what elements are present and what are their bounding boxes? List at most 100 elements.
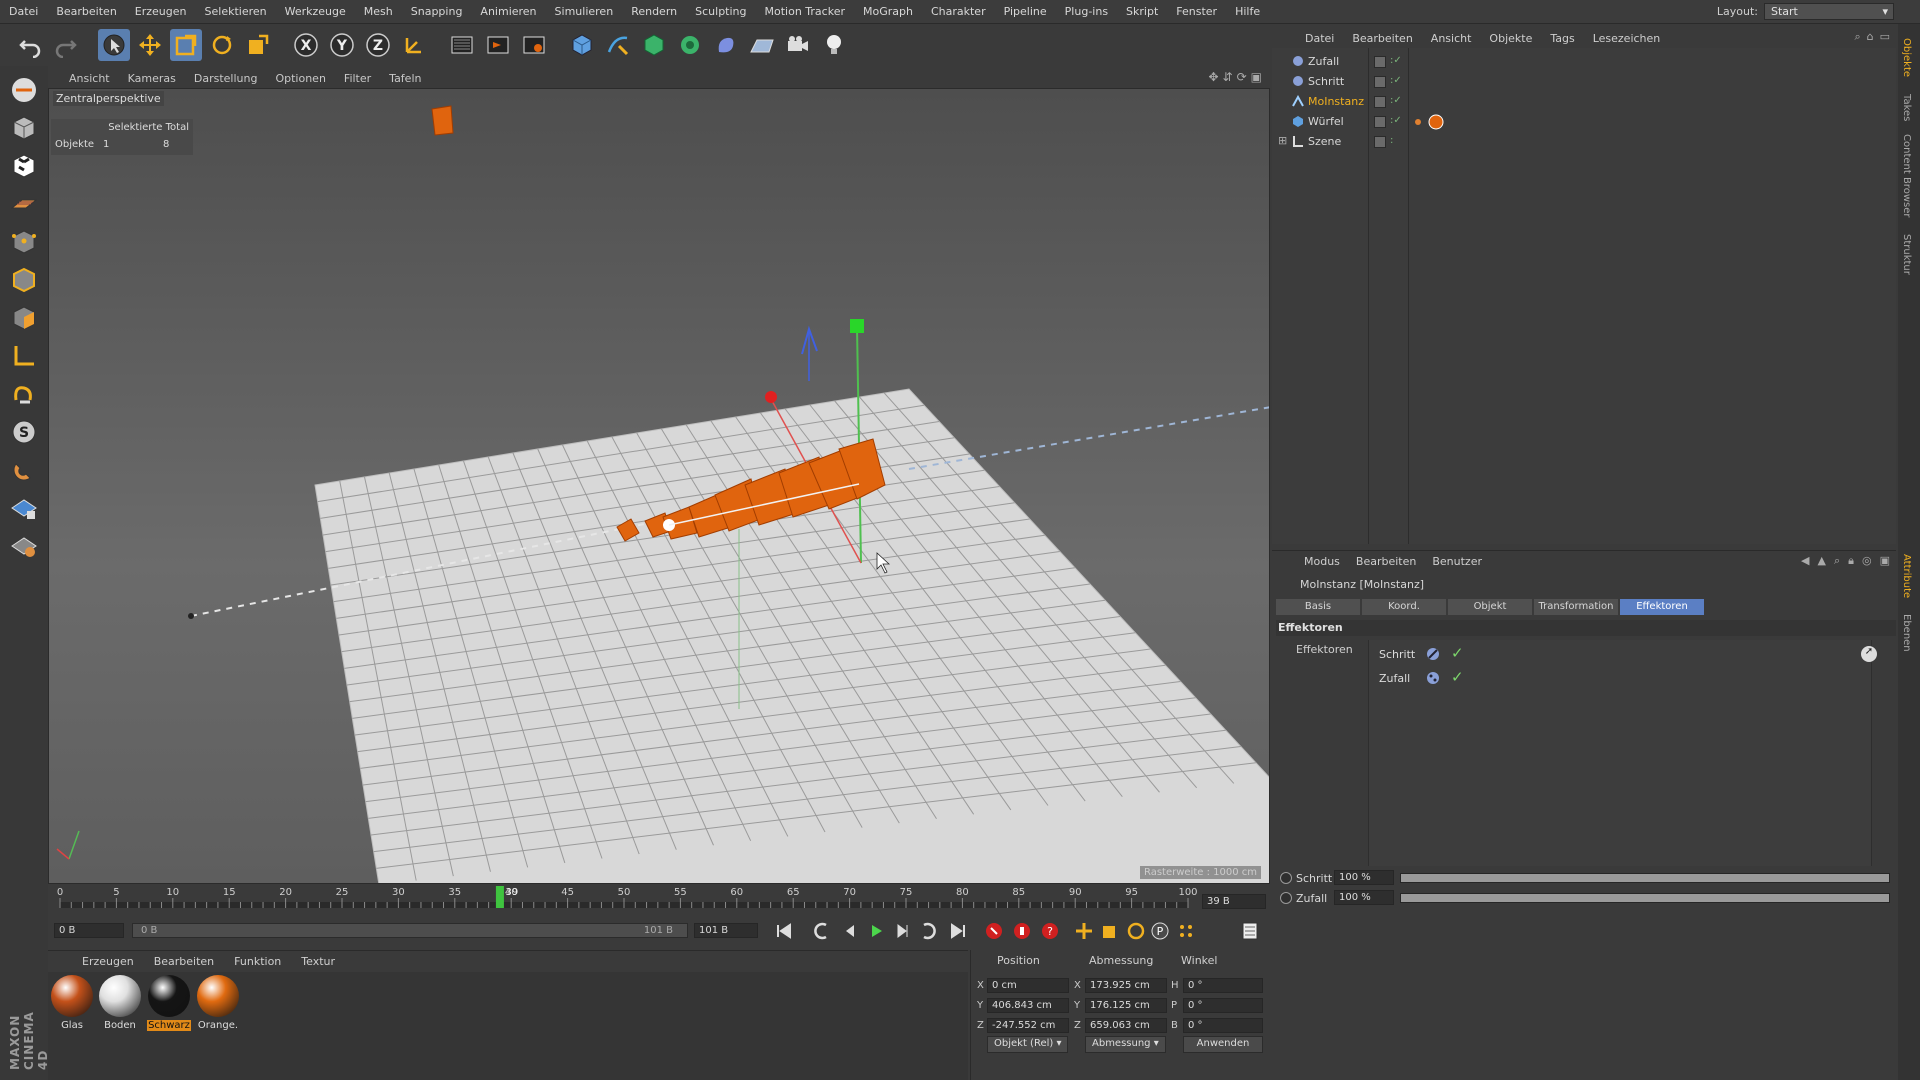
size-z-field[interactable]: 659.063 cm [1085, 1018, 1167, 1033]
x-axis-icon[interactable]: X [290, 29, 322, 61]
material-swatch[interactable]: Glas [50, 975, 94, 1033]
menu-erzeugen[interactable]: Erzeugen [126, 5, 196, 18]
effector-list[interactable]: Schritt ✓ Zufall ✓ ➚ [1368, 640, 1877, 866]
preview-range-slider[interactable]: 0 B 101 B [132, 923, 688, 938]
viewport-menu-tafeln[interactable]: Tafeln [380, 72, 430, 85]
start-frame-field[interactable]: 0 B [54, 923, 124, 938]
visibility-check-icon[interactable]: :✓ [1390, 95, 1402, 106]
last-tool-icon[interactable] [242, 29, 274, 61]
maximize-view-icon[interactable]: ▣ [1251, 70, 1262, 84]
menu-snapping[interactable]: Snapping [402, 5, 472, 18]
workplane-icon[interactable] [6, 188, 42, 220]
select-icon[interactable] [98, 29, 130, 61]
layer-toggle[interactable] [1374, 136, 1386, 148]
texture-mode-icon[interactable] [6, 150, 42, 182]
menu-animieren[interactable]: Animieren [471, 5, 545, 18]
animate-radio[interactable] [1280, 872, 1292, 884]
effector-item-zufall[interactable]: Zufall ✓ [1375, 668, 1575, 688]
render-view-icon[interactable] [446, 29, 478, 61]
attribute-menu-bearbeiten[interactable]: Bearbeiten [1348, 555, 1424, 568]
snap-icon[interactable]: S [6, 416, 42, 448]
material-tags-icon[interactable] [1412, 114, 1446, 130]
rotation-p-field[interactable]: 0 ° [1183, 998, 1263, 1013]
keyframe-selection-icon[interactable]: ? [1038, 920, 1062, 942]
menu-charakter[interactable]: Charakter [922, 5, 995, 18]
strength-value-field[interactable]: 100 % [1334, 890, 1394, 905]
visibility-dots-icon[interactable]: : [1390, 135, 1393, 146]
play-icon[interactable] [864, 920, 888, 942]
effector-item-schritt[interactable]: Schritt ✓ [1375, 644, 1575, 664]
menu-werkzeuge[interactable]: Werkzeuge [276, 5, 355, 18]
menu-mesh[interactable]: Mesh [355, 5, 402, 18]
y-axis-icon[interactable]: Y [326, 29, 358, 61]
material-swatch[interactable]: Orange. [196, 975, 240, 1033]
material-menu-erzeugen[interactable]: Erzeugen [72, 955, 144, 968]
enabled-check-icon[interactable]: ✓ [1451, 644, 1464, 662]
current-frame-field[interactable]: 39 B [1202, 894, 1266, 909]
viewport-menu-filter[interactable]: Filter [335, 72, 380, 85]
back-arrow-icon[interactable]: ◀ [1801, 554, 1809, 568]
next-frame-icon[interactable] [890, 920, 914, 942]
size-x-field[interactable]: 173.925 cm [1085, 978, 1167, 993]
magnet-icon[interactable] [6, 454, 42, 486]
side-tab-attribute[interactable]: Attribute [1901, 554, 1912, 598]
subdivision-icon[interactable] [638, 29, 670, 61]
rotate-icon[interactable] [206, 29, 238, 61]
lock-icon[interactable]: 🔒︎ [1848, 554, 1854, 568]
menu-mograph[interactable]: MoGraph [854, 5, 922, 18]
key-position-icon[interactable] [1072, 920, 1096, 942]
animate-radio[interactable] [1280, 892, 1292, 904]
key-scale-icon[interactable] [1098, 920, 1122, 942]
tweak-mode-icon[interactable] [6, 378, 42, 410]
object-menu-bearbeiten[interactable]: Bearbeiten [1343, 32, 1421, 45]
size-mode-dropdown[interactable]: Abmessung ▾ [1085, 1036, 1166, 1053]
edges-mode-icon[interactable] [6, 264, 42, 296]
menu-hilfe[interactable]: Hilfe [1226, 5, 1269, 18]
deformer-icon[interactable] [710, 29, 742, 61]
viewport-menu-darstellung[interactable]: Darstellung [185, 72, 267, 85]
menu-datei[interactable]: Datei [0, 5, 47, 18]
viewport-menu-optionen[interactable]: Optionen [266, 72, 334, 85]
strength-slider[interactable] [1400, 873, 1890, 883]
pen-icon[interactable] [602, 29, 634, 61]
position-z-field[interactable]: -247.552 cm [987, 1018, 1069, 1033]
undo-icon[interactable] [14, 29, 46, 61]
object-row-wuerfel[interactable]: Würfel :✓ [1272, 112, 1896, 132]
key-rotation-icon[interactable] [1124, 920, 1148, 942]
rotation-b-field[interactable]: 0 ° [1183, 1018, 1263, 1033]
side-tab-struktur[interactable]: Struktur [1901, 234, 1912, 275]
z-axis-icon[interactable]: Z [362, 29, 394, 61]
enabled-check-icon[interactable]: ✓ [1451, 668, 1464, 686]
minimize-icon[interactable]: ▭ [1880, 30, 1890, 44]
strength-slider[interactable] [1400, 893, 1890, 903]
layer-toggle[interactable] [1374, 96, 1386, 108]
next-key-icon[interactable] [916, 920, 940, 942]
side-tab-content-browser[interactable]: Content Browser [1901, 134, 1912, 217]
object-row-szene[interactable]: ⊞ Szene : [1272, 132, 1896, 152]
points-mode-icon[interactable] [6, 226, 42, 258]
menu-rendern[interactable]: Rendern [622, 5, 686, 18]
tab-effektoren[interactable]: Effektoren [1620, 599, 1704, 615]
attribute-menu-modus[interactable]: Modus [1296, 555, 1348, 568]
object-row-schritt[interactable]: Schritt :✓ [1272, 72, 1896, 92]
coordinate-mode-dropdown[interactable]: Objekt (Rel) ▾ [987, 1036, 1069, 1053]
render-picture-viewer-icon[interactable] [482, 29, 514, 61]
key-parameter-icon[interactable]: P [1148, 920, 1172, 942]
maximize-icon[interactable]: ▣ [1880, 554, 1890, 568]
layer-toggle[interactable] [1374, 56, 1386, 68]
object-menu-tags[interactable]: Tags [1541, 32, 1583, 45]
mograph-cloner-icon[interactable] [674, 29, 706, 61]
timeline-ruler[interactable]: 0 5 10 15 20 25 30 35 40 45 50 55 60 65 70 75 80 85 90 95 10… [48, 884, 1270, 914]
position-y-field[interactable]: 406.843 cm [987, 998, 1069, 1013]
pan-view-icon[interactable]: ✥ [1208, 70, 1218, 84]
layout-dropdown[interactable]: Start ▾ [1764, 3, 1894, 20]
attribute-menu-benutzer[interactable]: Benutzer [1424, 555, 1490, 568]
menu-simulieren[interactable]: Simulieren [546, 5, 623, 18]
home-icon[interactable]: ⌂ [1867, 30, 1874, 44]
menu-selektieren[interactable]: Selektieren [196, 5, 276, 18]
floor-icon[interactable] [746, 29, 778, 61]
rotation-h-field[interactable]: 0 ° [1183, 978, 1263, 993]
side-tab-takes[interactable]: Takes [1901, 94, 1912, 121]
autokey-icon[interactable] [1010, 920, 1034, 942]
material-menu-bearbeiten[interactable]: Bearbeiten [144, 955, 224, 968]
